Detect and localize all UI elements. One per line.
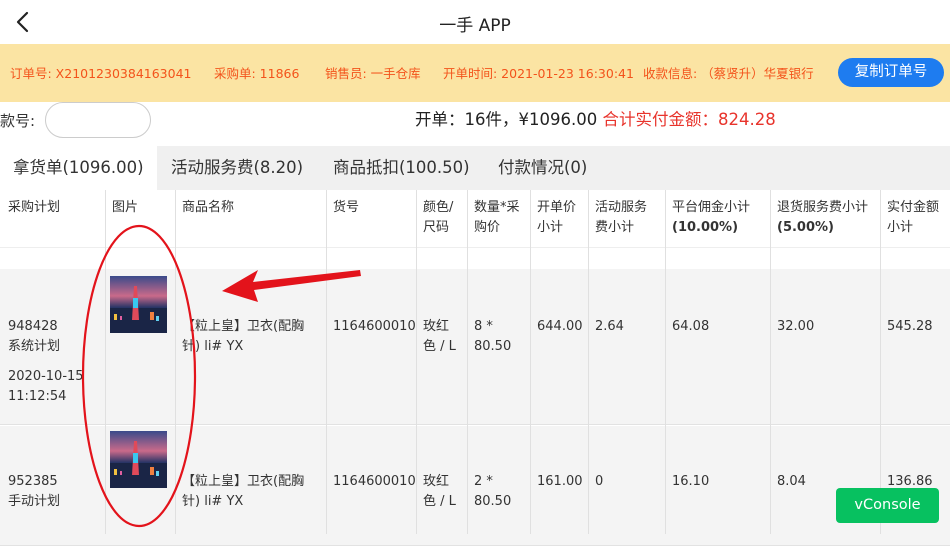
column-divider bbox=[665, 190, 666, 534]
column-divider bbox=[467, 190, 468, 534]
col-paid-subtotal: 实付金额 小计 bbox=[887, 200, 940, 235]
col-commission: 平台佣金小计 (10.00%) bbox=[672, 200, 751, 235]
top-bar: 一手 APP bbox=[0, 0, 950, 44]
column-divider bbox=[880, 190, 881, 534]
open-subtotal-cell: 644.00 bbox=[537, 319, 583, 334]
payee-info: 收款信息: （蔡贤升）华夏银行 bbox=[643, 66, 814, 81]
product-thumbnail[interactable] bbox=[110, 276, 167, 333]
open-subtotal-cell: 161.00 bbox=[537, 474, 583, 489]
commission-cell: 16.10 bbox=[672, 474, 710, 489]
col-product-name: 商品名称 bbox=[182, 200, 235, 215]
tab-activity-fee[interactable]: 活动服务费(8.20) bbox=[171, 146, 303, 190]
purchase-number: 采购单: 11866 bbox=[214, 66, 300, 81]
tab-payment-status[interactable]: 付款情况(0) bbox=[498, 146, 587, 190]
plan-cell: 952385 手动计划 bbox=[8, 474, 61, 509]
commission-cell: 64.08 bbox=[672, 319, 710, 334]
table-header: 采购计划 图片 商品名称 货号 颜色/尺码 数量*采 购价 开单价 小计 活动服务费… bbox=[0, 190, 950, 248]
return-fee-cell: 8.04 bbox=[777, 474, 806, 489]
summary-total: 合计实付金额：824.28 bbox=[602, 110, 776, 129]
city-night-image bbox=[110, 276, 167, 333]
order-summary: 开单：16件，¥1096.00 合计实付金额：824.28 bbox=[415, 106, 776, 130]
order-number: 订单号: X2101230384163041 bbox=[10, 66, 192, 81]
product-name[interactable]: 【粒上皇】卫衣(配胸 针) li# YX bbox=[182, 317, 304, 357]
tab-goods-list[interactable]: 拿货单(1096.00) bbox=[0, 146, 157, 190]
column-divider bbox=[588, 190, 589, 534]
color-size-cell: 玫红色 / L bbox=[423, 474, 456, 509]
open-time: 开单时间: 2021-01-23 16:30:41 bbox=[443, 66, 634, 81]
product-name[interactable]: 【粒上皇】卫衣(配胸 针) li# YX bbox=[182, 472, 304, 512]
column-divider bbox=[530, 190, 531, 534]
copy-order-number-button[interactable]: 复制订单号 bbox=[838, 58, 944, 87]
col-color-size: 颜色/尺码 bbox=[423, 200, 454, 235]
sku-cell: 1164600010 bbox=[333, 319, 416, 334]
page-title: 一手 APP bbox=[439, 16, 511, 36]
table-spacer bbox=[0, 249, 950, 269]
sku-cell: 1164600010 bbox=[333, 474, 416, 489]
col-return-fee: 退货服务费小计 (5.00%) bbox=[777, 200, 869, 235]
activity-fee-cell: 0 bbox=[595, 474, 604, 489]
column-divider bbox=[175, 190, 176, 534]
col-qty-price: 数量*采 购价 bbox=[474, 200, 520, 235]
qty-price-cell: 2 * 80.50 bbox=[474, 474, 512, 509]
return-fee-cell: 32.00 bbox=[777, 319, 815, 334]
style-number-input[interactable] bbox=[45, 102, 151, 138]
col-image: 图片 bbox=[112, 200, 139, 215]
table-row[interactable]: 948428 系统计划 2020-10-15 11:12:54 【粒上皇】卫衣(… bbox=[0, 269, 950, 425]
salesperson: 销售员: 一手仓库 bbox=[325, 66, 421, 81]
style-number-label: 款号: bbox=[0, 112, 36, 130]
paid-subtotal-cell: 545.28 bbox=[887, 319, 933, 334]
table-row[interactable]: 952385 手动计划 【粒上皇】卫衣(配胸 针) li# YX 11646000… bbox=[0, 426, 950, 546]
qty-price-cell: 8 * 80.50 bbox=[474, 319, 512, 354]
vconsole-button[interactable]: vConsole bbox=[836, 488, 939, 523]
tab-goods-deduction[interactable]: 商品抵扣(100.50) bbox=[333, 146, 470, 190]
column-divider bbox=[770, 190, 771, 534]
col-open-subtotal: 开单价 小计 bbox=[537, 200, 577, 235]
city-night-image bbox=[110, 431, 167, 488]
summary-text: 开单：16件，¥1096.00 bbox=[415, 110, 603, 129]
column-divider bbox=[105, 190, 106, 534]
order-info-banner: 订单号: X2101230384163041 采购单: 11866 销售员: 一… bbox=[0, 44, 950, 102]
activity-fee-cell: 2.64 bbox=[595, 319, 624, 334]
product-thumbnail[interactable] bbox=[110, 431, 167, 488]
tab-bar: 拿货单(1096.00) 活动服务费(8.20) 商品抵扣(100.50) 付款… bbox=[0, 146, 950, 190]
column-divider bbox=[326, 190, 327, 534]
column-divider bbox=[416, 190, 417, 534]
col-purchase-plan: 采购计划 bbox=[8, 200, 61, 215]
plan-cell: 948428 系统计划 2020-10-15 11:12:54 bbox=[8, 319, 84, 404]
col-sku: 货号 bbox=[333, 200, 360, 215]
col-activity-fee: 活动服务 费小计 bbox=[595, 200, 648, 235]
color-size-cell: 玫红色 / L bbox=[423, 319, 456, 354]
